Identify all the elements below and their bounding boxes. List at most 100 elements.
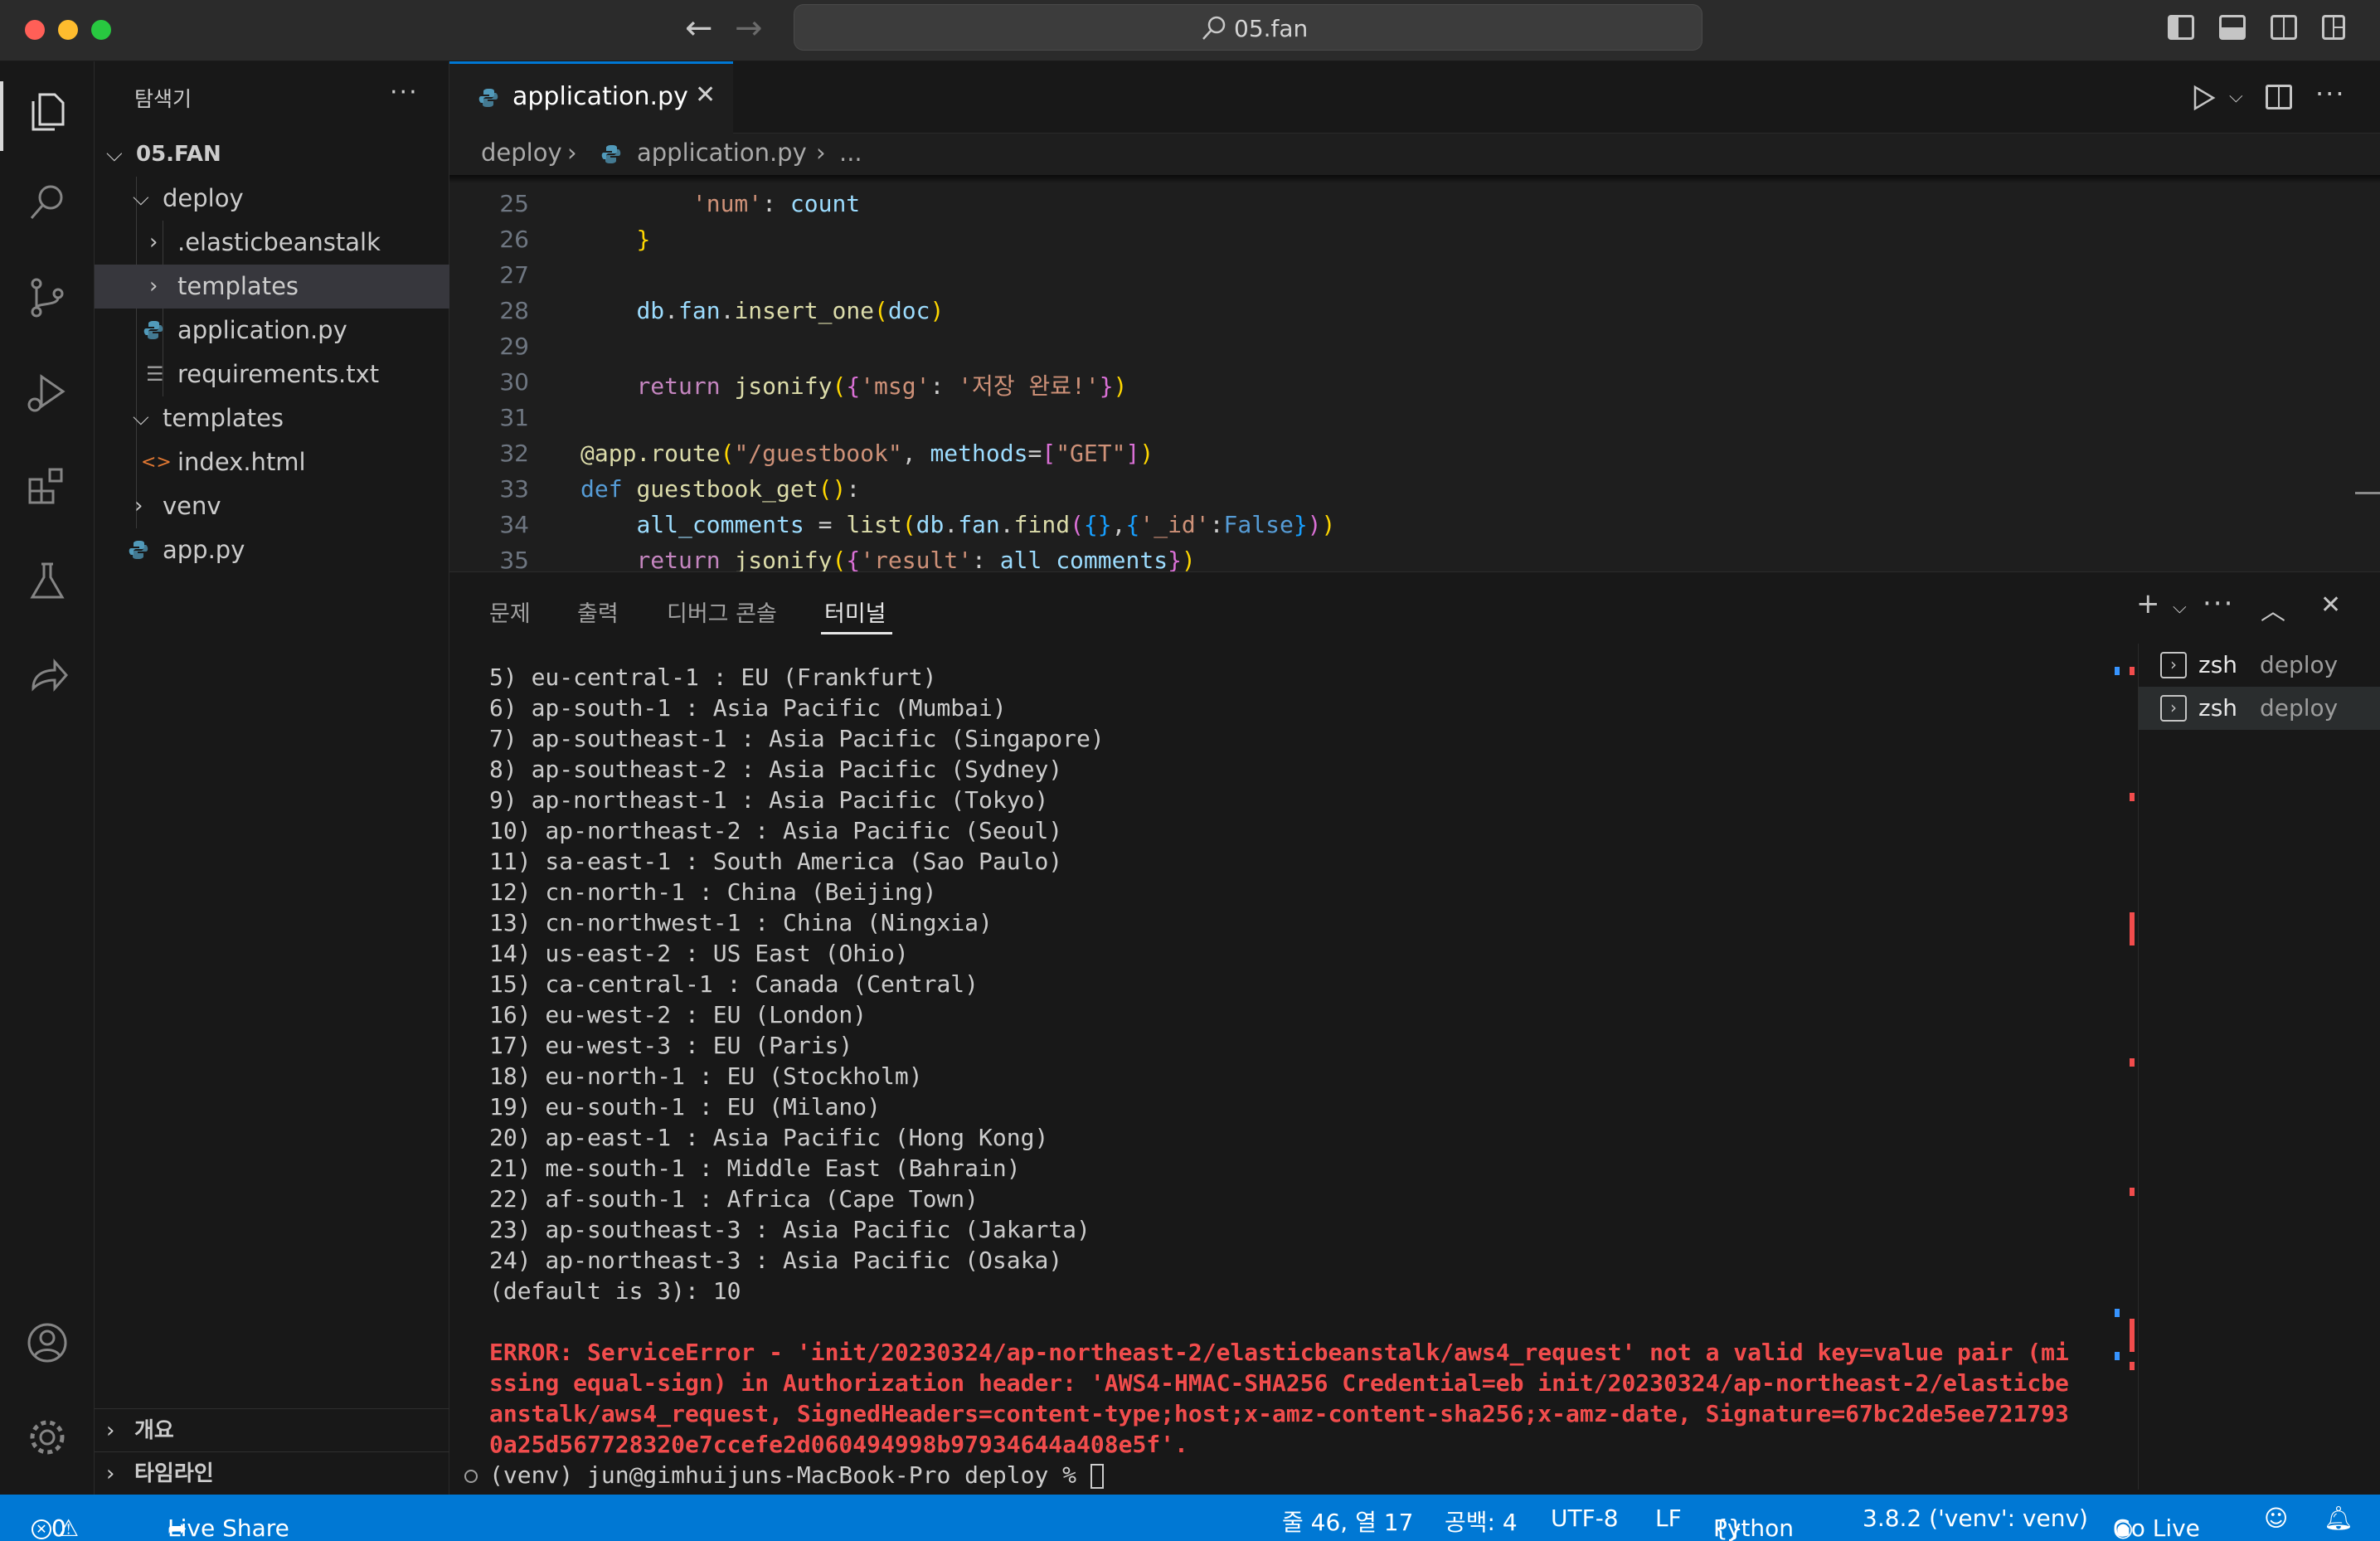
manage-gear-icon[interactable] xyxy=(23,1413,71,1461)
tab-application-py[interactable]: application.py ✕ xyxy=(449,61,733,134)
html-file-icon: <> xyxy=(141,452,172,473)
close-tab-icon[interactable]: ✕ xyxy=(695,80,716,109)
explorer-sidebar: 탐색기 ··· ⌵ 05.FAN ⌵ deploy › .elasticbean… xyxy=(95,61,449,1495)
command-decoration-icon[interactable] xyxy=(464,1470,478,1483)
notifications-bell-icon[interactable]: 🔔︎ xyxy=(2324,1505,2353,1532)
terminal-output[interactable]: 5) eu-central-1 : EU (Frankfurt) 6) ap-s… xyxy=(489,664,2158,1493)
customize-layout-icon[interactable] xyxy=(2322,15,2345,40)
tab-output[interactable]: 출력 xyxy=(577,595,619,628)
back-arrow-icon[interactable]: ← xyxy=(685,12,713,45)
code-line: return jsonify({'result': all_comments}) xyxy=(636,547,1196,571)
problems-status[interactable]: ✕ 0 ⚠ 0 xyxy=(32,1505,79,1541)
terminal-cursor xyxy=(1090,1464,1104,1489)
chevron-right-icon: › xyxy=(134,493,143,518)
terminal-dropdown-chevron-icon[interactable]: ⌵ xyxy=(2173,597,2187,618)
tree-item-requirements-txt[interactable]: ☰ requirements.txt xyxy=(95,352,449,396)
tab-debug-console[interactable]: 디버그 콘솔 xyxy=(667,595,777,628)
python-interpreter[interactable]: 3.8.2 ('venv': venv) xyxy=(1863,1505,2088,1532)
tree-item-application-py[interactable]: application.py xyxy=(95,309,449,352)
status-bar: ✕ 0 ⚠ 0 ➦ Live Share 줄 46, 열 17 공백: 4 UT… xyxy=(0,1495,2380,1541)
tree-item-templates[interactable]: ⌵ templates xyxy=(95,396,449,440)
maximize-panel-chevron-up-icon[interactable]: ︿ xyxy=(2261,591,2285,627)
forward-arrow-icon[interactable]: → xyxy=(735,12,763,45)
breadcrumb-item[interactable]: deploy xyxy=(481,139,562,167)
terminal-line: 7) ap-southeast-1 : Asia Pacific (Singap… xyxy=(489,725,1105,752)
code-editor[interactable]: 25 26 27 28 29 30 31 32 33 34 35 'num': … xyxy=(449,175,2380,571)
terminal-tabs-list: › zsh deploy › zsh deploy xyxy=(2138,644,2380,1490)
tree-item-templates-deploy[interactable]: › templates xyxy=(95,265,449,309)
code-line: def guestbook_get(): xyxy=(580,475,861,503)
python-file-icon xyxy=(143,321,163,339)
run-python-icon[interactable] xyxy=(2191,85,2216,111)
ruler-marker xyxy=(2115,1309,2120,1317)
breadcrumb-item[interactable]: ... xyxy=(839,139,862,167)
terminal-line: 12) cn-north-1 : China (Beijing) xyxy=(489,878,937,906)
line-number: 27 xyxy=(499,261,529,289)
tree-item-deploy[interactable]: ⌵ deploy xyxy=(95,177,449,221)
cursor-position[interactable]: 줄 46, 열 17 xyxy=(1282,1505,1413,1538)
command-center-label: 05.fan xyxy=(1234,15,1309,42)
extensions-icon[interactable] xyxy=(23,463,71,511)
editor-more-actions-icon[interactable]: ··· xyxy=(2315,78,2346,109)
breadcrumb: deploy › application.py › ... xyxy=(449,134,2380,175)
chevron-down-icon: ⌵ xyxy=(133,186,149,211)
ruler-marker xyxy=(2115,1352,2120,1360)
terminal-line: 6) ap-south-1 : Asia Pacific (Mumbai) xyxy=(489,694,1007,722)
explorer-more-icon[interactable]: ··· xyxy=(390,78,419,107)
tab-problems[interactable]: 문제 xyxy=(489,595,531,628)
terminal-line: 15) ca-central-1 : Canada (Central) xyxy=(489,970,979,998)
tree-item-index-html[interactable]: <> index.html xyxy=(95,440,449,484)
source-control-icon[interactable] xyxy=(23,274,71,322)
live-share-icon[interactable] xyxy=(23,652,71,700)
feedback-icon[interactable]: ☺ xyxy=(2264,1505,2288,1532)
encoding[interactable]: UTF-8 xyxy=(1551,1505,1619,1532)
language-label: Python xyxy=(1713,1514,1795,1541)
toggle-secondary-sidebar-icon[interactable] xyxy=(2271,15,2297,40)
ruler-marker xyxy=(2115,667,2120,675)
run-dropdown-chevron-icon[interactable]: ⌵ xyxy=(2229,86,2243,107)
code-line: all_comments = list(db.fan.find({},{'_id… xyxy=(636,511,1336,538)
testing-icon[interactable] xyxy=(23,557,71,605)
toggle-panel-icon[interactable] xyxy=(2219,15,2246,40)
ruler-marker xyxy=(2130,793,2135,801)
terminal-error-line: ERROR: ServiceError - 'init/20230324/ap-… xyxy=(489,1339,2069,1366)
maximize-window-button[interactable] xyxy=(91,20,111,40)
terminal-prompt: (venv) jun@gimhuijuns-MacBook-Pro deploy… xyxy=(489,1461,1090,1489)
ruler-marker xyxy=(2130,1319,2135,1352)
search-icon[interactable] xyxy=(23,179,71,227)
outline-section[interactable]: › 개요 xyxy=(95,1408,449,1451)
panel-more-actions-icon[interactable]: ··· xyxy=(2203,587,2234,620)
tree-item-venv[interactable]: › venv xyxy=(95,484,449,528)
terminal-line: 24) ap-northeast-3 : Asia Pacific (Osaka… xyxy=(489,1247,1063,1274)
ruler-marker xyxy=(2130,912,2135,946)
end-of-line[interactable]: LF xyxy=(1655,1505,1682,1532)
close-panel-icon[interactable]: ✕ xyxy=(2320,591,2341,620)
toggle-primary-sidebar-icon[interactable] xyxy=(2168,15,2194,40)
tree-item-app-py[interactable]: app.py xyxy=(95,528,449,572)
terminal-tab-2[interactable]: › zsh deploy xyxy=(2139,687,2380,730)
editor-tab-bar: application.py ✕ ⌵ ··· xyxy=(449,61,2380,134)
tree-item-label: .elasticbeanstalk xyxy=(177,228,381,256)
close-window-button[interactable] xyxy=(25,20,45,40)
terminal-line: 19) eu-south-1 : EU (Milano) xyxy=(489,1093,882,1121)
timeline-section[interactable]: › 타임라인 xyxy=(95,1451,449,1495)
split-editor-icon[interactable] xyxy=(2266,85,2292,109)
run-debug-icon[interactable] xyxy=(23,368,71,416)
tree-root-folder[interactable]: ⌵ 05.FAN xyxy=(95,133,449,177)
explorer-icon[interactable] xyxy=(23,88,71,136)
new-terminal-plus-icon[interactable]: + xyxy=(2136,587,2160,620)
terminal-tab-1[interactable]: › zsh deploy xyxy=(2139,644,2380,687)
accounts-icon[interactable] xyxy=(23,1319,71,1367)
terminal-dir: deploy xyxy=(2260,694,2339,722)
breadcrumb-item[interactable]: application.py xyxy=(637,139,807,167)
indentation[interactable]: 공백: 4 xyxy=(1445,1505,1518,1538)
tree-item-elasticbeanstalk[interactable]: › .elasticbeanstalk xyxy=(95,221,449,265)
command-center-search[interactable]: 05.fan xyxy=(794,4,1702,51)
terminal-line: 16) eu-west-2 : EU (London) xyxy=(489,1001,867,1028)
tree-item-label: venv xyxy=(163,492,221,520)
line-number: 28 xyxy=(499,297,529,324)
terminal-error-line: ssing equal-sign) in Authorization heade… xyxy=(489,1369,2069,1397)
tab-terminal[interactable]: 터미널 xyxy=(824,595,886,628)
python-file-icon xyxy=(478,89,498,107)
minimize-window-button[interactable] xyxy=(58,20,78,40)
